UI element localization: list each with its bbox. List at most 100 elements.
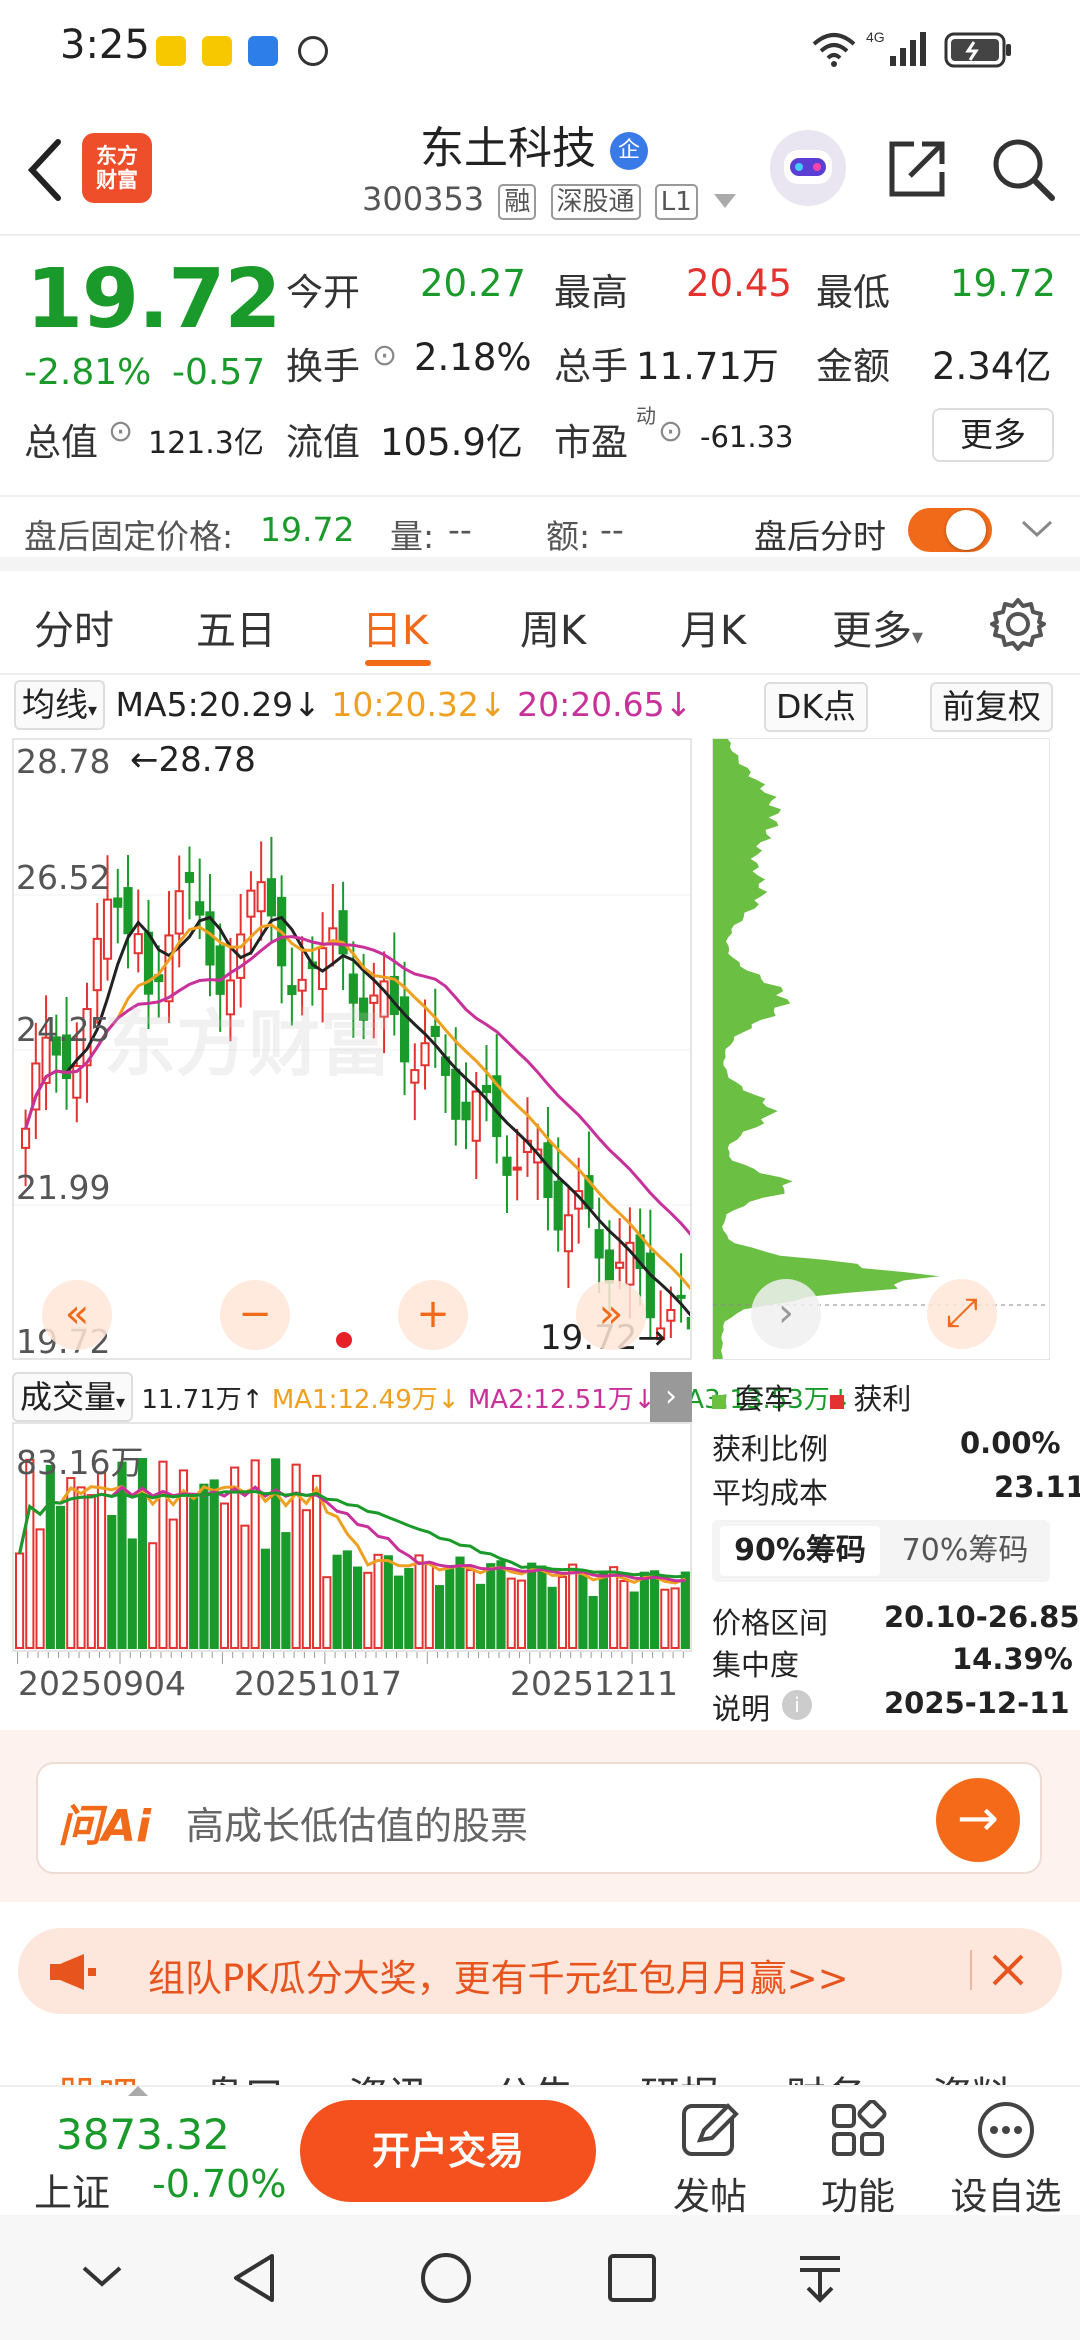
index-change: -0.70% (152, 2162, 287, 2206)
index-value[interactable]: 3873.32 (56, 2110, 230, 2159)
ma10-value: 10:20.32↓ (331, 685, 507, 724)
volume-bar (301, 1509, 311, 1649)
volume-bar (373, 1553, 383, 1649)
scroll-left-button[interactable]: « (42, 1280, 112, 1350)
volume-bar (363, 1571, 373, 1650)
after-hours-amt-label: 额: (546, 517, 591, 556)
candle-body (676, 1294, 686, 1299)
candle-body (502, 1156, 512, 1176)
tab-daily-k[interactable]: 日K (362, 598, 428, 656)
nav-home-icon[interactable] (418, 2250, 474, 2306)
grid-icon (832, 2100, 887, 2156)
legend-trap: 套牢 (735, 1382, 794, 1416)
ma-selector[interactable]: 均线▾ (14, 680, 106, 730)
volume-bar (219, 1502, 230, 1649)
after-hours-vol-label: 量: (390, 517, 435, 556)
nav-recents-icon[interactable] (606, 2252, 658, 2304)
active-tab-indicator (365, 660, 431, 666)
volume-bar (96, 1471, 107, 1650)
more-dots-icon (978, 2102, 1034, 2158)
watchlist-label: 设自选 (950, 2175, 1062, 2218)
zoom-out-button[interactable]: − (220, 1280, 290, 1350)
date-label-3: 20251211 (510, 1664, 678, 1703)
volume-bar (383, 1555, 393, 1649)
event-dot[interactable] (336, 1332, 352, 1348)
concentration-label: 集中度 (712, 1648, 800, 1682)
add-watchlist-button[interactable]: 设自选 (936, 2100, 1076, 2220)
volume-bar (353, 1566, 363, 1649)
concentration-value: 14.39% (952, 1642, 1073, 1676)
zoom-in-button[interactable]: + (398, 1280, 468, 1350)
tab-more[interactable]: 更多▾ (832, 598, 923, 656)
y-label-4: 21.99 (16, 1168, 111, 1207)
settings-gear-icon[interactable] (990, 596, 1046, 652)
volume-bar (609, 1566, 619, 1650)
functions-button[interactable]: 功能 (788, 2100, 928, 2220)
ai-robot-avatar[interactable] (770, 130, 846, 206)
volume-bar (578, 1572, 588, 1650)
close-icon[interactable] (990, 1952, 1026, 1988)
candle-body (113, 897, 123, 908)
volume-bar (230, 1466, 240, 1649)
volume-bar (496, 1560, 506, 1649)
chevron-down-icon[interactable] (1020, 518, 1054, 540)
volume-max-label: 83.16万 (16, 1443, 144, 1482)
chip-tab-70[interactable]: 70%筹码 (890, 1526, 1040, 1576)
candle-body (410, 1069, 420, 1084)
y-label-3: 24.25 (16, 1010, 111, 1049)
ai-submit-arrow-icon[interactable]: → (936, 1778, 1020, 1862)
post-label: 发帖 (673, 2175, 747, 2218)
ai-search-input[interactable]: 高成长低估值的股票 (186, 1795, 528, 1850)
nav-download-icon[interactable] (794, 2250, 846, 2306)
promo-divider (970, 1950, 972, 1990)
volume-bar (660, 1588, 670, 1649)
adjust-button[interactable]: 前复权 (930, 682, 1053, 732)
post-button[interactable]: 发帖 (640, 2100, 780, 2220)
chip-tabs: 90%筹码 70%筹码 (712, 1520, 1050, 1582)
volume-bar (86, 1494, 96, 1649)
turnover-label: 换手 (286, 345, 360, 388)
nav-collapse-chevron-icon[interactable] (78, 2256, 126, 2296)
volume-bar (199, 1483, 209, 1649)
volume-chart[interactable]: 83.16万 (12, 1422, 692, 1652)
stock-code-line[interactable]: 300353 融 深股通 L1 (362, 180, 736, 220)
chip-expand-button[interactable]: ⤢ (927, 1279, 997, 1349)
after-hours-amt: -- (600, 510, 624, 549)
dk-point-button[interactable]: DK点 (764, 682, 869, 732)
chip-prev-button[interactable]: › (751, 1279, 821, 1349)
tab-intraday[interactable]: 分时 (34, 598, 114, 656)
candle-body (553, 1180, 563, 1231)
open-account-trade-button[interactable]: 开户交易 (300, 2100, 596, 2202)
chip-profile (713, 739, 940, 1359)
index-expand-caret-icon[interactable] (128, 2086, 148, 2096)
y-label-2: 26.52 (16, 858, 111, 897)
chip-distribution-chart[interactable]: › ⤢ (712, 738, 1050, 1360)
volume-selector[interactable]: 成交量▾ (12, 1372, 134, 1422)
candle-body (102, 898, 113, 960)
volume-bar (107, 1515, 117, 1650)
kline-chart[interactable]: 东方财富 28.78 26.52 24.25 21.99 19.72 ←28.7… (12, 738, 696, 1361)
expand-indicator-button[interactable]: › (650, 1372, 692, 1422)
high-marker: ←28.78 (130, 740, 256, 780)
candle-body (399, 996, 410, 1063)
float-value: 105.9亿 (380, 421, 523, 464)
scroll-right-button[interactable]: » (576, 1280, 646, 1350)
info-icon[interactable]: i (782, 1690, 812, 1720)
tab-weekly-k[interactable]: 周K (520, 598, 586, 656)
back-arrow-icon[interactable] (20, 138, 70, 202)
candle-body (512, 1166, 522, 1171)
tab-five-day[interactable]: 五日 (196, 598, 276, 656)
turnover-info-icon[interactable]: ⊙ (372, 338, 397, 373)
more-button[interactable]: 更多 (932, 408, 1054, 462)
nav-back-icon[interactable] (228, 2250, 280, 2306)
search-icon[interactable] (988, 134, 1058, 204)
pe-info-icon[interactable]: ⊙ (658, 414, 683, 449)
status-bar: 3:25 4G (0, 0, 1080, 100)
share-icon[interactable] (884, 136, 950, 202)
tab-monthly-k[interactable]: 月K (680, 598, 746, 656)
sf-notification-icon (298, 36, 328, 66)
high-value: 20.45 (686, 262, 792, 305)
mktcap-info-icon[interactable]: ⊙ (108, 414, 133, 449)
chip-tab-90[interactable]: 90%筹码 (720, 1526, 880, 1576)
volume-bar (45, 1465, 55, 1649)
